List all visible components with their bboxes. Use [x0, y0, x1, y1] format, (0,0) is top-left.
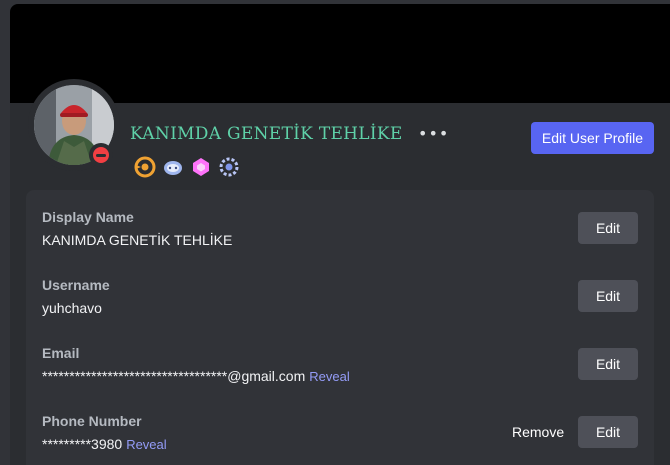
profile-display-name: KANIMDA GENETİK TEHLİKE	[130, 124, 403, 144]
quest-icon[interactable]	[162, 156, 184, 178]
field-label: Email	[42, 345, 80, 361]
more-options-icon[interactable]: •••	[418, 125, 448, 143]
edit-user-profile-button[interactable]: Edit User Profile	[531, 122, 654, 154]
user-profile-card: KANIMDA GENETİK TEHLİKE ••• Edit User Pr…	[10, 4, 670, 465]
field-value: **********************************@gmail…	[42, 367, 602, 385]
profile-banner	[10, 4, 670, 103]
field-email: Email **********************************…	[42, 344, 602, 385]
field-label: Username	[42, 277, 110, 293]
edit-email-button[interactable]: Edit	[578, 348, 638, 380]
field-value: yuhchavo	[42, 300, 102, 316]
nitro-gem-icon[interactable]	[190, 156, 212, 178]
reveal-phone-link[interactable]: Reveal	[126, 437, 166, 452]
server-boost-icon[interactable]	[218, 156, 240, 178]
edit-username-button[interactable]: Edit	[578, 280, 638, 312]
field-display-name: Display Name KANIMDA GENETİK TEHLİKE	[42, 208, 602, 249]
profile-badges	[134, 156, 240, 178]
reveal-email-link[interactable]: Reveal	[309, 369, 349, 384]
email-masked-value: **********************************@gmail…	[42, 368, 306, 384]
field-value: KANIMDA GENETİK TEHLİKE	[42, 232, 233, 248]
field-username: Username yuhchavo	[42, 276, 602, 317]
remove-phone-button[interactable]: Remove	[506, 416, 570, 448]
field-label: Display Name	[42, 209, 134, 225]
phone-masked-value: *********3980	[42, 436, 123, 452]
edit-phone-button[interactable]: Edit	[578, 416, 638, 448]
edit-display-name-button[interactable]: Edit	[578, 212, 638, 244]
dnd-status-icon	[93, 147, 109, 163]
hypesquad-icon[interactable]	[134, 156, 156, 178]
